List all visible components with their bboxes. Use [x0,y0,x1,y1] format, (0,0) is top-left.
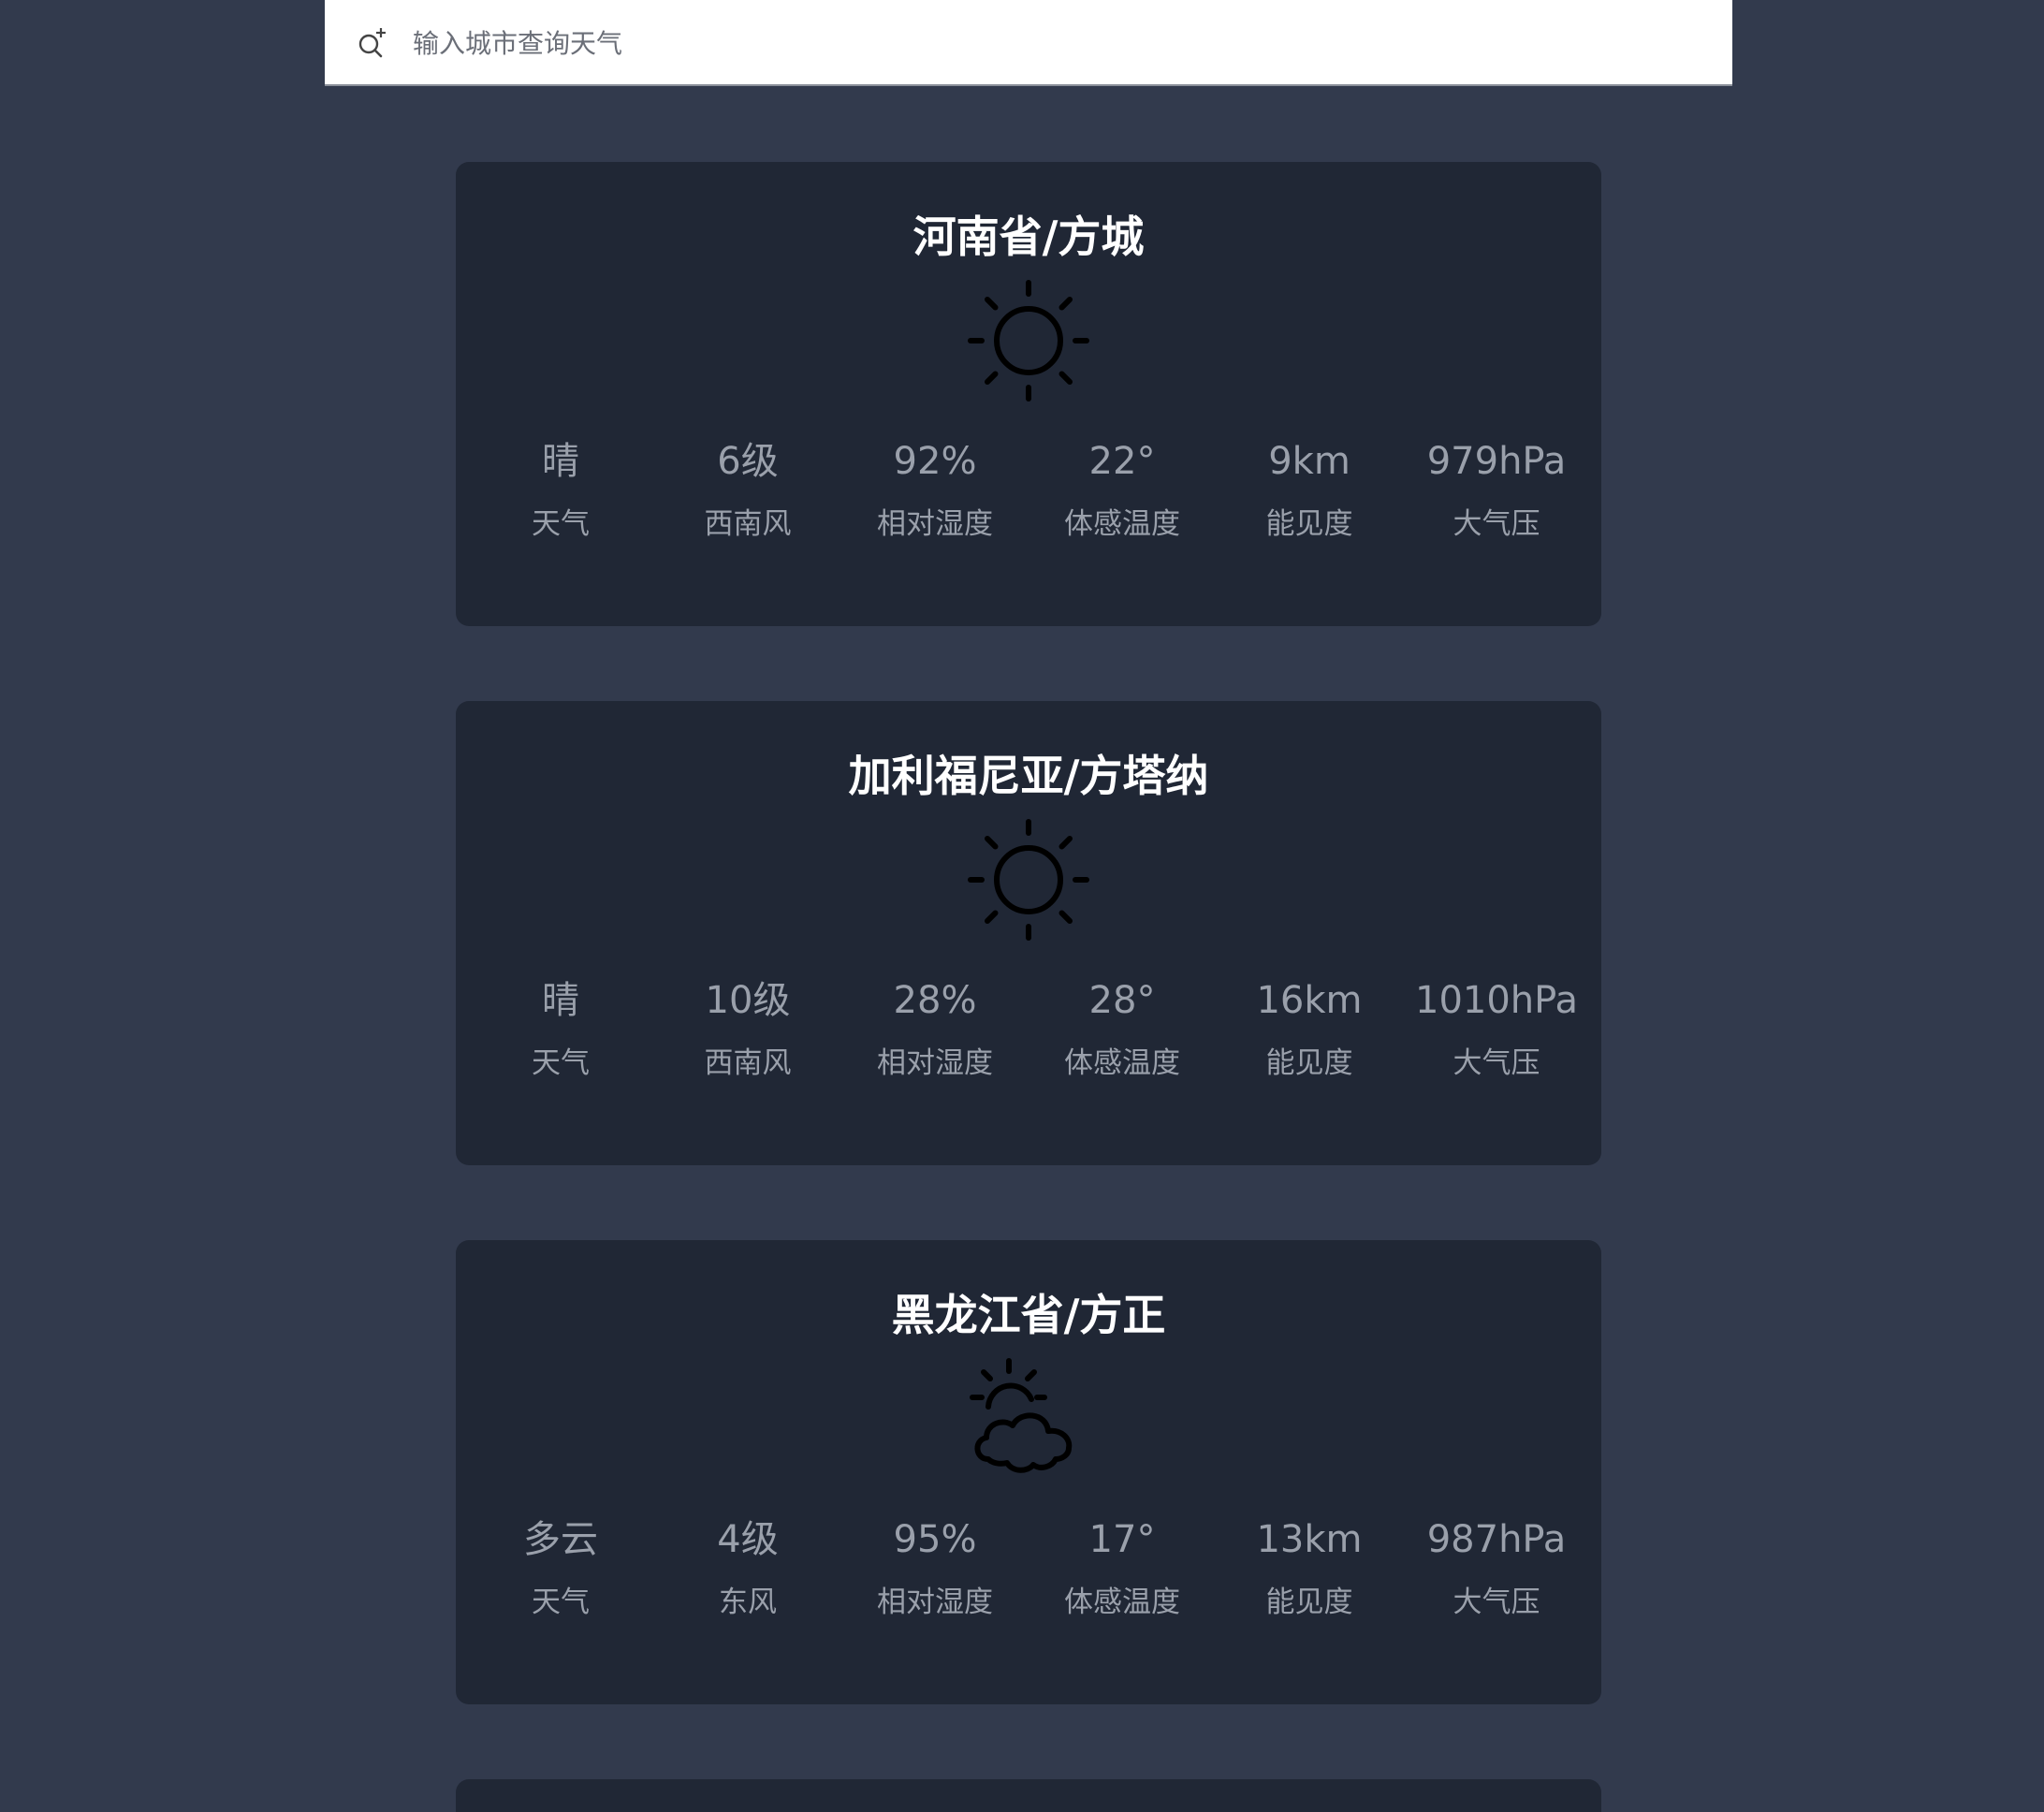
metric-value: 979hPa [1426,440,1567,483]
metric-value: 28° [1088,979,1156,1022]
metric-visibility: 16km 能见度 [1216,974,1403,1083]
metric-label: 体感温度 [1064,507,1180,541]
metric-value: 10级 [705,979,791,1022]
metrics-row: 多云 天气 4级 东风 95% 相对湿度 17° 体感温度 13km 能见度 9… [467,1513,1590,1622]
weather-card: 加利福尼亚/方塔纳 晴 天气 10级 西南风 28% 相对湿度 28° 体感温度… [456,701,1601,1165]
metric-humidity: 28% 相对湿度 [841,974,1029,1083]
metric-label: 体感温度 [1064,1046,1180,1080]
metric-value: 4级 [717,1518,779,1561]
city-title: 加利福尼亚/方塔纳 [848,751,1209,801]
search-plus-icon[interactable] [353,24,390,62]
metric-pressure: 979hPa 大气压 [1403,435,1590,544]
metric-pressure: 1010hPa 大气压 [1403,974,1590,1083]
metric-value: 28% [893,979,977,1022]
metric-value: 17° [1088,1518,1156,1561]
metric-label: 大气压 [1453,507,1540,541]
metric-label: 天气 [532,507,590,541]
metric-label: 西南风 [704,1046,792,1080]
metric-humidity: 92% 相对湿度 [841,435,1029,544]
weather-card: 河南省/方城 晴 天气 6级 西南风 92% 相对湿度 22° 体感温度 9km… [456,162,1601,626]
metric-pressure: 987hPa 大气压 [1403,1513,1590,1622]
metric-label: 大气压 [1453,1586,1540,1619]
partly-cloudy-icon [970,1358,1073,1473]
metric-wind: 10级 西南风 [654,974,841,1083]
metric-label: 天气 [532,1586,590,1619]
metric-feels-like: 17° 体感温度 [1029,1513,1216,1622]
metric-value: 13km [1256,1518,1363,1561]
weather-card: 黑龙江省/方正 多云 天气 4级 东风 95% 相对湿度 17° 体感温度 13… [456,1240,1601,1704]
metric-label: 大气压 [1453,1046,1540,1080]
metric-label: 相对湿度 [877,507,993,541]
metric-wind: 4级 东风 [654,1513,841,1622]
weather-card [456,1779,1601,1812]
metric-value: 晴 [542,440,579,483]
metric-value: 22° [1088,440,1156,483]
metric-label: 天气 [532,1046,590,1080]
metric-label: 能见度 [1265,1046,1353,1080]
metric-value: 987hPa [1426,1518,1567,1561]
metric-weather: 多云 天气 [467,1513,654,1622]
metric-humidity: 95% 相对湿度 [841,1513,1029,1622]
metric-label: 能见度 [1265,1586,1353,1619]
metric-value: 1010hPa [1415,979,1578,1022]
metric-feels-like: 28° 体感温度 [1029,974,1216,1083]
metrics-row: 晴 天气 10级 西南风 28% 相对湿度 28° 体感温度 16km 能见度 … [467,974,1590,1083]
metric-value: 16km [1256,979,1363,1022]
metric-value: 95% [893,1518,977,1561]
metric-wind: 6级 西南风 [654,435,841,544]
sun-icon [968,280,1089,402]
metric-value: 92% [893,440,977,483]
metric-visibility: 9km 能见度 [1216,435,1403,544]
metric-visibility: 13km 能见度 [1216,1513,1403,1622]
metric-label: 体感温度 [1064,1586,1180,1619]
metrics-row: 晴 天气 6级 西南风 92% 相对湿度 22° 体感温度 9km 能见度 97… [467,435,1590,544]
city-title: 河南省/方城 [912,212,1145,262]
city-title: 黑龙江省/方正 [891,1290,1166,1340]
search-bar [325,0,1732,86]
metric-label: 能见度 [1265,507,1353,541]
metric-label: 东风 [719,1586,777,1619]
search-input[interactable] [413,17,1704,69]
metric-label: 西南风 [704,507,792,541]
metric-label: 相对湿度 [877,1586,993,1619]
metric-feels-like: 22° 体感温度 [1029,435,1216,544]
metric-value: 晴 [542,979,579,1022]
metric-label: 相对湿度 [877,1046,993,1080]
metric-value: 6级 [717,440,779,483]
metric-weather: 晴 天气 [467,974,654,1083]
metric-value: 9km [1268,440,1350,483]
metric-weather: 晴 天气 [467,435,654,544]
metric-value: 多云 [523,1518,598,1561]
sun-icon [968,819,1089,941]
